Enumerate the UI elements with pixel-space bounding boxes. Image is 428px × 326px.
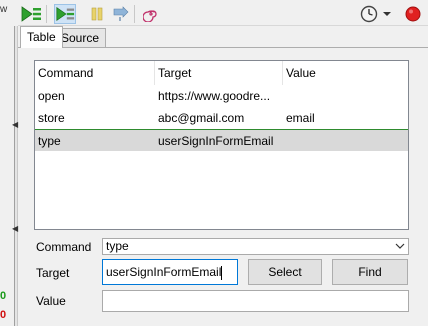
collapse-left-icon[interactable]: ◀: [12, 120, 18, 129]
cell-target: https://www.goodre...: [158, 89, 271, 103]
target-input-value: userSignInFormEmail: [106, 265, 222, 279]
command-table: Command Target Value open https://www.go…: [34, 60, 409, 230]
command-label: Command: [36, 240, 92, 254]
play-all-icon: [21, 6, 41, 22]
collapse-left-icon[interactable]: ◀: [12, 224, 18, 233]
step-button[interactable]: [110, 4, 132, 24]
record-button[interactable]: [402, 4, 424, 24]
rollup-button[interactable]: [140, 4, 162, 24]
find-button[interactable]: Find: [332, 259, 408, 285]
target-label: Target: [36, 266, 70, 280]
splitter[interactable]: [14, 26, 18, 326]
fail-count: 0: [0, 309, 7, 321]
toolbar: [18, 0, 428, 26]
target-input[interactable]: userSignInFormEmail: [102, 259, 238, 285]
cell-command: open: [38, 89, 65, 103]
play-current-icon: [56, 6, 75, 22]
column-header-value[interactable]: Value: [283, 61, 408, 85]
pass-count: 0: [0, 290, 7, 302]
speed-button[interactable]: [358, 4, 380, 24]
select-button[interactable]: Select: [248, 259, 322, 285]
selenium-ide-window: w 0 0 ◀ ◀ Table Source Command Target Va…: [0, 0, 428, 326]
table-row[interactable]: open https://www.goodre...: [35, 85, 408, 107]
toolbar-separator: [134, 5, 135, 23]
chevron-down-icon: [383, 12, 391, 16]
tab-table[interactable]: Table: [20, 26, 63, 48]
cell-value: [283, 85, 408, 107]
speed-dropdown[interactable]: [380, 4, 394, 24]
command-select-value: type: [106, 239, 129, 253]
column-header-target[interactable]: Target: [155, 61, 283, 85]
record-icon: [405, 6, 421, 22]
chevron-down-icon[interactable]: [395, 239, 405, 259]
command-select[interactable]: type: [102, 238, 409, 255]
cut-label: w: [0, 4, 8, 15]
rollup-icon: [143, 10, 157, 22]
cell-value: [283, 130, 408, 152]
text-caret: [221, 265, 223, 280]
cell-command: type: [38, 134, 61, 148]
table-row[interactable]: store abc@gmail.com email: [35, 107, 408, 129]
cell-target: abc@gmail.com: [158, 111, 245, 125]
play-current-button[interactable]: [54, 4, 76, 24]
play-all-button[interactable]: [20, 4, 42, 24]
clock-icon: [360, 5, 378, 23]
pause-icon: [91, 7, 103, 21]
cell-command: store: [38, 111, 65, 125]
value-label: Value: [36, 294, 66, 308]
table-header: Command Target Value: [35, 61, 408, 85]
cell-value: email: [286, 111, 315, 125]
toolbar-separator: [46, 5, 47, 23]
pause-button[interactable]: [86, 4, 108, 24]
cell-target: userSignInFormEmail: [158, 134, 274, 148]
table-row-selected[interactable]: type userSignInFormEmail: [35, 129, 408, 151]
column-header-command[interactable]: Command: [35, 61, 155, 85]
step-icon: [113, 6, 129, 21]
editor-tabs: Table Source: [18, 26, 428, 48]
value-input[interactable]: [102, 290, 409, 312]
